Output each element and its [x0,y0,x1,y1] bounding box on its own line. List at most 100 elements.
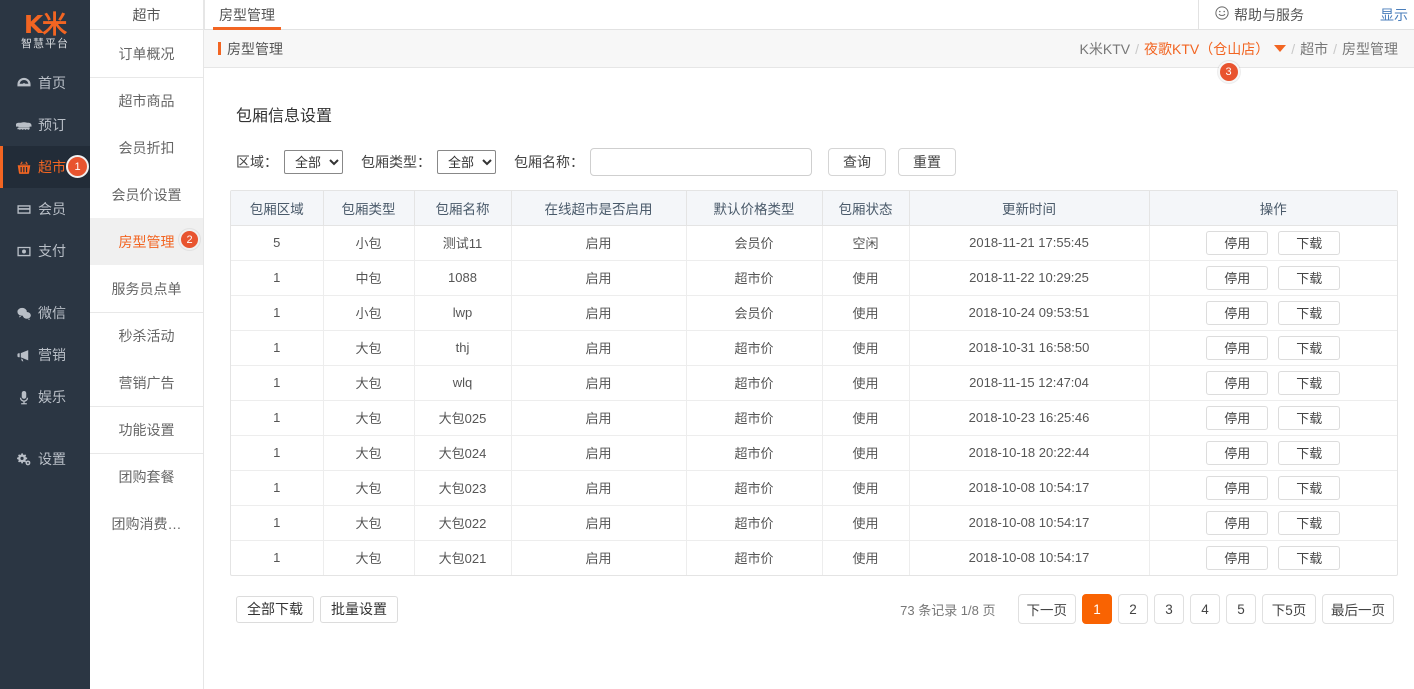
cell-name: wlq [414,365,512,401]
subnav-item-团购套餐[interactable]: 团购套餐 [90,453,203,500]
disable-button[interactable]: 停用 [1206,230,1269,255]
sidebar-item-预订[interactable]: 预订 [0,104,90,146]
cell-type: 小包 [323,225,415,261]
download-button[interactable]: 下载 [1278,335,1341,360]
help-button[interactable]: 帮助与服务 [1198,0,1320,30]
sidebar-item-支付[interactable]: 支付 [0,230,90,272]
cell-price_type: 会员价 [686,295,823,331]
page-number-3[interactable]: 3 [1154,594,1184,624]
reset-button[interactable]: 重置 [898,148,956,176]
disable-button[interactable]: 停用 [1206,265,1269,290]
sidebar-item-营销[interactable]: 营销 [0,334,90,376]
cell-online: 启用 [511,435,687,471]
download-button[interactable]: 下载 [1278,230,1341,255]
disable-button[interactable]: 停用 [1206,440,1269,465]
logo-mark: K米 [23,10,67,39]
download-button[interactable]: 下载 [1278,370,1341,395]
column-header: 包厢类型 [323,191,415,226]
breadcrumb-bar: 房型管理 K米KTV / 夜歌KTV（仓山店） / 超市 / 房型管理 3 [204,30,1414,83]
sidebar-item-label: 娱乐 [38,389,66,405]
disable-button[interactable]: 停用 [1206,300,1269,325]
download-button[interactable]: 下载 [1278,265,1341,290]
subnav-item-label: 营销广告 [118,374,175,391]
subnav-item-会员价设置[interactable]: 会员价设置 [90,171,203,218]
cell-area: 1 [231,260,324,296]
cell-actions: 停用 下载 [1149,435,1397,471]
chevron-down-icon[interactable] [1274,45,1287,52]
cell-price_type: 超市价 [686,540,823,575]
room-table-wrapper: 包厢区域 包厢类型 包厢名称 在线超市是否启用 默认价格类型 包厢状态 更新时间 操作 5 小包… [230,190,1398,576]
cell-type: 大包 [323,365,415,401]
cell-price_type: 超市价 [686,435,823,471]
breadcrumb-store[interactable]: 夜歌KTV（仓山店） [1144,39,1269,59]
disable-button[interactable]: 停用 [1206,335,1269,360]
subnav-item-功能设置[interactable]: 功能设置 [90,406,203,453]
download-button[interactable]: 下载 [1278,405,1341,430]
subnav-item-房型管理[interactable]: 房型管理 2 [90,218,203,265]
disable-button[interactable]: 停用 [1206,510,1269,535]
area-label: 区域： [236,154,278,170]
search-button[interactable]: 查询 [828,148,886,176]
sidebar-item-超市[interactable]: 超市 1 [0,146,90,188]
download-button[interactable]: 下载 [1278,440,1341,465]
page-number-1[interactable]: 1 [1082,594,1112,624]
table-row: 1 中包 1088 启用 超市价 使用 2018-11-22 10:29:25 停用 下载 [231,260,1397,296]
cell-area: 1 [231,505,324,541]
subnav-item-会员折扣[interactable]: 会员折扣 [90,124,203,171]
page-number-4[interactable]: 4 [1190,594,1220,624]
cell-type: 大包 [323,330,415,366]
breadcrumb-section[interactable]: 超市 [1300,39,1328,59]
batch-settings-button[interactable]: 批量设置 [320,595,398,623]
sidebar-item-首页[interactable]: 首页 [0,62,90,104]
sidebar-badge: 1 [66,155,89,178]
cell-online: 启用 [511,225,687,261]
sidebar-item-微信[interactable]: 微信 [0,292,90,334]
cell-type: 大包 [323,400,415,436]
subnav-item-服务员点单[interactable]: 服务员点单 [90,265,203,312]
column-header: 默认价格类型 [686,191,823,226]
sidebar-item-设置[interactable]: 设置 [0,438,90,480]
disable-button[interactable]: 停用 [1206,405,1269,430]
next-page-button[interactable]: 下一页 [1017,594,1076,624]
sidebar-item-会员[interactable]: 会员 [0,188,90,230]
cell-name: 大包025 [414,400,512,436]
download-button[interactable]: 下载 [1278,545,1341,570]
cell-status: 使用 [822,505,910,541]
logo-subtitle: 智慧平台 [21,38,69,50]
cell-online: 启用 [511,470,687,506]
cell-online: 启用 [511,330,687,366]
next-five-pages-button[interactable]: 下5页 [1262,594,1316,624]
subnav-item-订单概况[interactable]: 订单概况 [90,30,203,77]
subnav-item-秒杀活动[interactable]: 秒杀活动 [90,312,203,359]
show-link[interactable]: 显示 [1320,5,1414,25]
room-type-select[interactable]: 全部 [437,150,496,174]
cell-updated: 2018-10-08 10:54:17 [909,540,1150,575]
sidebar-item-label: 设置 [38,451,66,467]
subnav-item-营销广告[interactable]: 营销广告 [90,359,203,406]
page-number-2[interactable]: 2 [1118,594,1148,624]
tab-room-management[interactable]: 房型管理 [204,0,289,30]
room-name-label: 包厢名称： [514,154,584,170]
subnav-item-label: 超市商品 [118,93,175,109]
subnav-item-超市商品[interactable]: 超市商品 [90,77,203,124]
subnav-item-label: 房型管理 [118,233,175,250]
table-row: 1 大包 大包025 启用 超市价 使用 2018-10-23 16:25:46 停用 下载 [231,400,1397,436]
breadcrumb-root[interactable]: K米KTV [1080,39,1131,59]
disable-button[interactable]: 停用 [1206,545,1269,570]
area-select[interactable]: 全部 [284,150,343,174]
cell-online: 启用 [511,505,687,541]
download-button[interactable]: 下载 [1278,300,1341,325]
sidebar-item-label: 会员 [38,201,66,217]
sidebar-nav: 首页 预订 超市 1 会员支付微信 营销娱乐设置 [0,62,90,480]
room-name-input[interactable] [590,148,812,176]
sidebar-item-娱乐[interactable]: 娱乐 [0,376,90,418]
cell-online: 启用 [511,540,687,575]
last-page-button[interactable]: 最后一页 [1322,594,1394,624]
page-number-5[interactable]: 5 [1226,594,1256,624]
download-button[interactable]: 下载 [1278,475,1341,500]
download-button[interactable]: 下载 [1278,510,1341,535]
download-all-button[interactable]: 全部下载 [236,595,314,623]
disable-button[interactable]: 停用 [1206,475,1269,500]
subnav-item-团购消费…[interactable]: 团购消费… [90,500,203,547]
disable-button[interactable]: 停用 [1206,370,1269,395]
